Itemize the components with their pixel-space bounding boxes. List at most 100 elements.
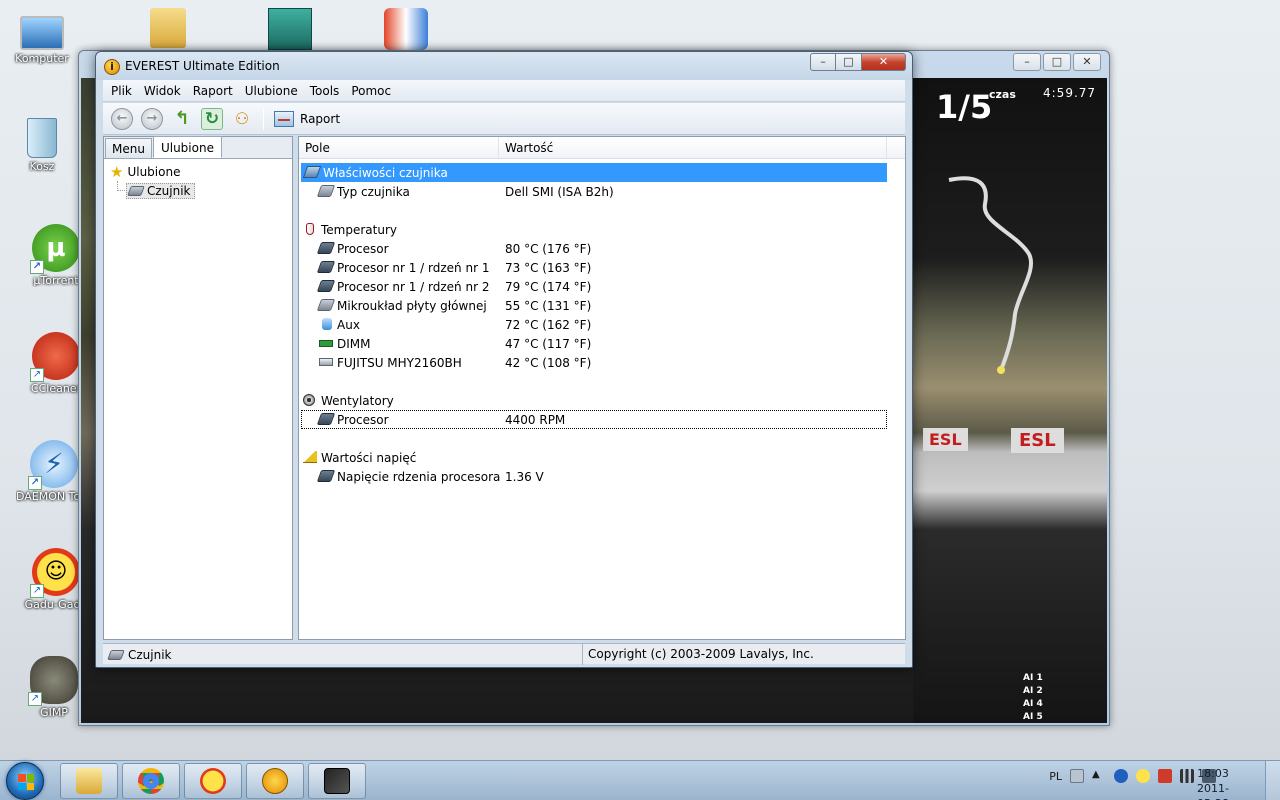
gimp-icon: ↗ xyxy=(28,656,78,706)
group-row-temperatures[interactable]: Temperatury xyxy=(299,220,889,239)
menu-ulubione[interactable]: Ulubione xyxy=(239,81,304,101)
desktop-icon-computer[interactable]: Komputer xyxy=(4,10,80,65)
value-cell: 80 °C (176 °F) xyxy=(505,241,592,256)
banner-esl-1: ESL xyxy=(923,428,968,451)
chip-icon xyxy=(316,299,336,311)
folder-icon xyxy=(76,768,102,794)
game-minimize-button[interactable]: – xyxy=(1013,53,1041,71)
minimize-button[interactable]: – xyxy=(810,53,836,71)
tree-item-czujnik[interactable]: Czujnik xyxy=(126,183,195,199)
chrome-icon xyxy=(138,768,164,794)
start-button[interactable] xyxy=(6,762,44,800)
group-title: Wentylatory xyxy=(321,393,394,408)
taskbar-everest-button[interactable] xyxy=(246,763,304,799)
group-row-fans[interactable]: Wentylatory xyxy=(299,391,889,410)
group-row-voltages[interactable]: Wartości napięć xyxy=(299,448,889,467)
bluetooth-icon[interactable] xyxy=(1114,769,1128,783)
standings-entry: AI 4 xyxy=(1023,699,1043,709)
list-header: Pole Wartość xyxy=(299,137,905,159)
cpu-icon xyxy=(316,470,336,482)
utorrent-icon: µ ↗ xyxy=(30,224,80,274)
aux-icon xyxy=(322,318,332,330)
table-row[interactable]: DIMM 47 °C (117 °F) xyxy=(299,334,889,353)
field-cell: Mikroukład płyty głównej xyxy=(337,298,487,313)
column-header-wartosc[interactable]: Wartość xyxy=(499,137,887,158)
left-panel: Menu Ulubione ★ Ulubione Czujnik xyxy=(103,136,293,640)
tab-menu[interactable]: Menu xyxy=(105,138,152,158)
tree-item-ulubione[interactable]: ★ Ulubione xyxy=(110,165,181,180)
desktop-icon-folder[interactable] xyxy=(150,8,186,48)
table-row[interactable]: FUJITSU MHY2160BH 42 °C (108 °F) xyxy=(299,353,889,372)
cpu-icon xyxy=(316,280,336,292)
table-row[interactable]: Procesor nr 1 / rdzeń nr 2 79 °C (174 °F… xyxy=(299,277,889,296)
security-icon[interactable] xyxy=(1158,769,1172,783)
taskbar-gadu-gadu-button[interactable] xyxy=(184,763,242,799)
game-maximize-button[interactable]: □ xyxy=(1043,53,1071,71)
everest-window[interactable]: i EVEREST Ultimate Edition – □ ✕ Plik Wi… xyxy=(95,51,913,668)
clock-date: 2011-05-28 xyxy=(1197,782,1229,800)
tree-item-label: Ulubione xyxy=(127,165,181,179)
language-indicator[interactable]: PL xyxy=(1049,770,1062,783)
desktop-icon-app-a[interactable] xyxy=(268,8,312,50)
detail-list: Pole Wartość Właściwości czujnika Typ cz… xyxy=(298,136,906,640)
daemon-tools-icon: ⚡ ↗ xyxy=(28,440,78,490)
toolbar: ← → ↰ ↻ ⚇ Raport xyxy=(103,103,905,135)
windows-logo-icon xyxy=(18,774,34,790)
back-button[interactable]: ← xyxy=(111,107,133,130)
value-cell: 42 °C (108 °F) xyxy=(505,355,592,370)
refresh-icon[interactable]: ↻ xyxy=(201,107,223,130)
game-close-button[interactable]: ✕ xyxy=(1073,53,1101,71)
menu-plik[interactable]: Plik xyxy=(105,81,138,101)
maximize-button[interactable]: □ xyxy=(836,53,862,71)
time-value: 4:59.77 xyxy=(1043,86,1097,100)
table-row[interactable]: Aux 72 °C (162 °F) xyxy=(299,315,889,334)
panel-tabs: Menu Ulubione xyxy=(104,136,292,159)
clock-time: 18:03 xyxy=(1197,767,1229,780)
table-row[interactable]: Procesor 4400 RPM xyxy=(301,410,887,429)
desktop-icon-label: Komputer xyxy=(15,52,69,65)
shortcut-arrow-icon: ↗ xyxy=(28,692,42,706)
clock[interactable]: 18:03 2011-05-28 xyxy=(1190,766,1236,800)
table-row[interactable]: Procesor nr 1 / rdzeń nr 1 73 °C (163 °F… xyxy=(299,258,889,277)
up-arrow-icon[interactable]: ↰ xyxy=(171,108,193,130)
taskbar-chrome-button[interactable] xyxy=(122,763,180,799)
users-icon[interactable]: ⚇ xyxy=(231,108,253,130)
table-row[interactable]: Typ czujnika Dell SMI (ISA B2h) xyxy=(299,182,889,201)
menu-bar: Plik Widok Raport Ulubione Tools Pomoc xyxy=(103,80,905,102)
menu-raport[interactable]: Raport xyxy=(187,81,239,101)
desktop-icon-thermometer[interactable] xyxy=(384,8,428,50)
tray-expand-icon[interactable]: ▲ xyxy=(1092,769,1106,783)
thermometer-icon xyxy=(306,223,314,235)
group-row-sensor-properties[interactable]: Właściwości czujnika xyxy=(301,163,887,182)
report-button[interactable]: Raport xyxy=(270,110,344,127)
status-bar: Czujnik Copyright (c) 2003-2009 Lavalys,… xyxy=(103,643,905,665)
status-cell-left: Czujnik xyxy=(103,644,583,665)
table-row[interactable]: Procesor 80 °C (176 °F) xyxy=(299,239,889,258)
tab-ulubione[interactable]: Ulubione xyxy=(152,136,222,158)
close-button[interactable]: ✕ xyxy=(862,53,906,71)
table-row[interactable]: Mikroukład płyty głównej 55 °C (131 °F) xyxy=(299,296,889,315)
menu-tools[interactable]: Tools xyxy=(304,81,346,101)
track-map xyxy=(948,176,1033,374)
sun-icon: ☺ ↗ xyxy=(30,548,80,598)
table-row[interactable]: Napięcie rdzenia procesora 1.36 V xyxy=(299,467,889,486)
desktop-icon-recycle-bin[interactable]: Kosz xyxy=(4,118,80,173)
info-icon xyxy=(262,768,288,794)
gadu-gadu-tray-icon[interactable] xyxy=(1136,769,1150,783)
title-bar[interactable]: i EVEREST Ultimate Edition – □ ✕ xyxy=(96,52,912,80)
column-header-pole[interactable]: Pole xyxy=(299,137,499,158)
taskbar-explorer-button[interactable] xyxy=(60,763,118,799)
field-cell: Procesor xyxy=(337,241,389,256)
show-desktop-button[interactable] xyxy=(1265,761,1280,800)
menu-pomoc[interactable]: Pomoc xyxy=(345,81,397,101)
field-cell: Aux xyxy=(337,317,360,332)
group-title: Wartości napięć xyxy=(321,450,417,465)
value-cell: 72 °C (162 °F) xyxy=(505,317,592,332)
value-cell: Dell SMI (ISA B2h) xyxy=(505,184,614,199)
cpu-icon xyxy=(316,413,336,425)
menu-widok[interactable]: Widok xyxy=(138,81,187,101)
taskbar-game-button[interactable] xyxy=(308,763,366,799)
keyboard-icon[interactable] xyxy=(1070,769,1084,783)
warning-voltage-icon xyxy=(303,451,317,463)
forward-button[interactable]: → xyxy=(141,107,163,130)
